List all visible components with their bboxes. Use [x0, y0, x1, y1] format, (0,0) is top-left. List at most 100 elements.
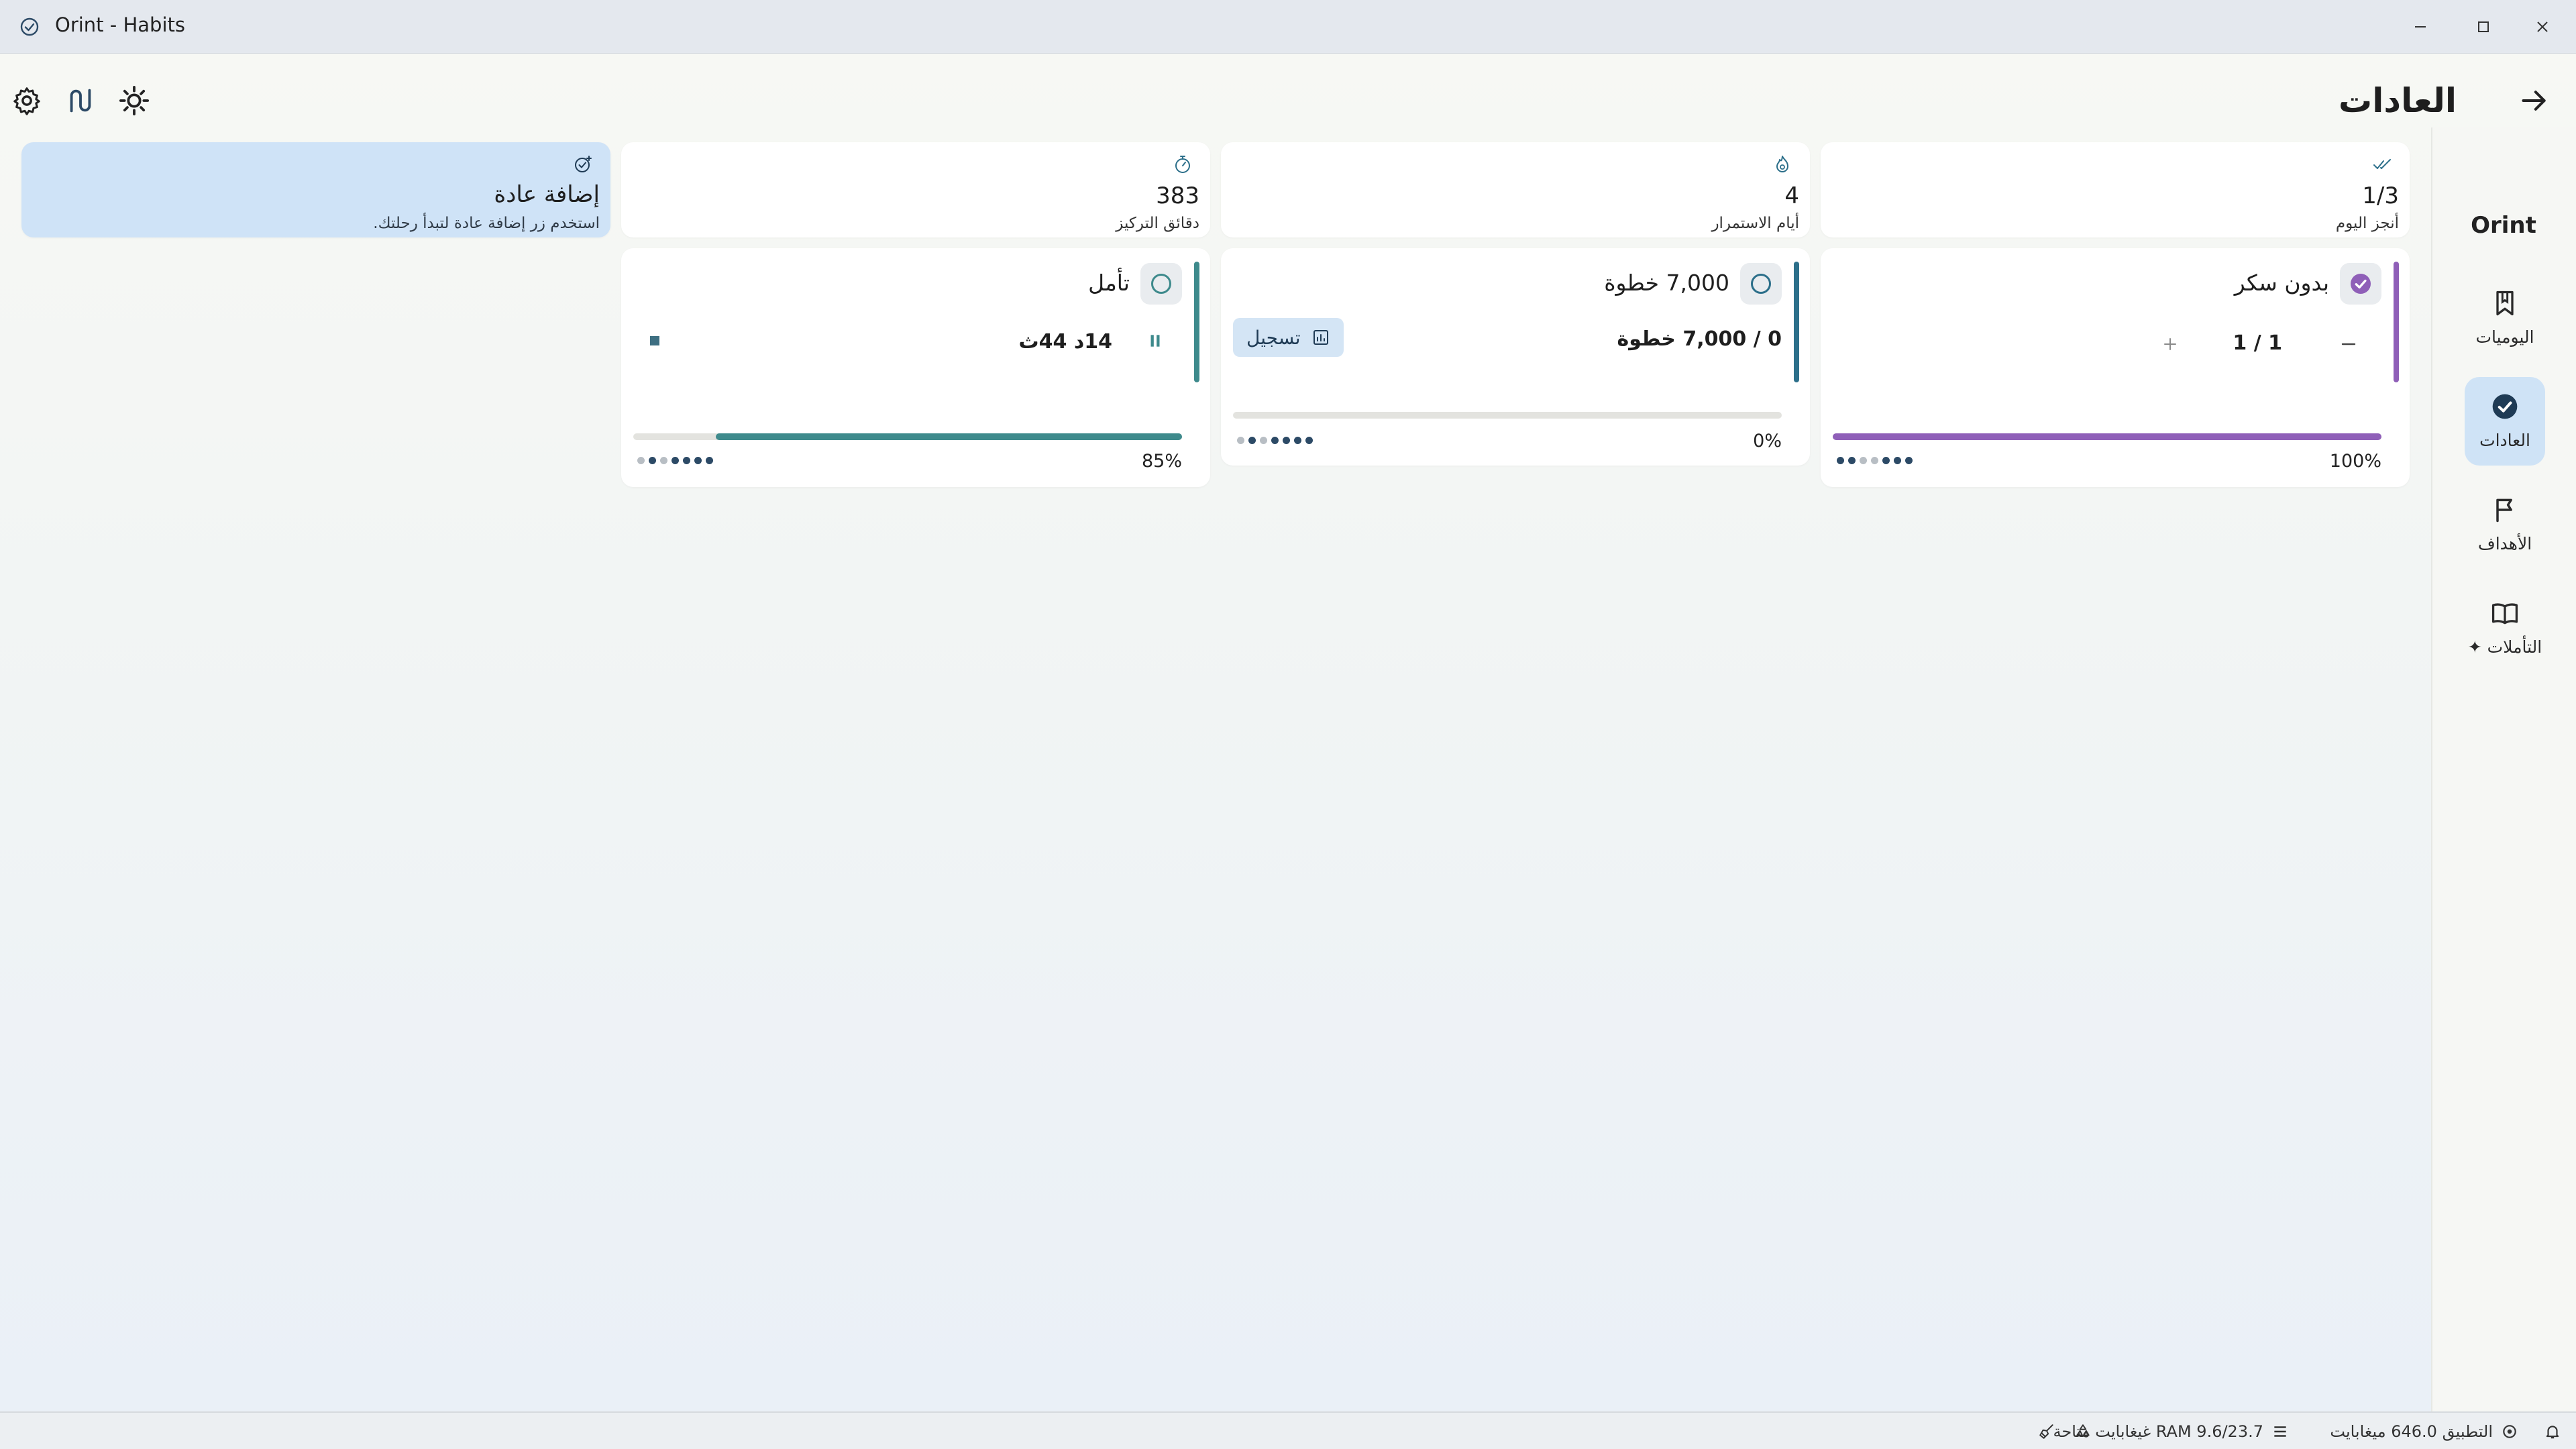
- habit-progress-bar: [1233, 412, 1782, 419]
- log-chart-icon: [1313, 330, 1328, 345]
- sync-button[interactable]: [2074, 1413, 2092, 1449]
- app-memory-indicator: التطبيق 646.0 ميغابايت: [2330, 1413, 2518, 1449]
- habit-color-accent: [1194, 262, 1199, 382]
- double-check-icon: [2373, 159, 2391, 169]
- stop-icon: [650, 336, 659, 345]
- stop-timer-button[interactable]: [640, 326, 669, 356]
- cpu-icon: [2503, 1425, 2516, 1438]
- habit-percent: 0%: [1753, 431, 1782, 451]
- bell-icon: [2546, 1426, 2559, 1439]
- stat-label: أنجز اليوم: [2335, 215, 2399, 232]
- week-day-dot: [683, 456, 690, 464]
- habit-progress-bar: [633, 433, 1182, 440]
- notifications-button[interactable]: [2544, 1413, 2561, 1449]
- habit-complete-toggle[interactable]: [1740, 263, 1782, 305]
- pause-timer-button[interactable]: [1140, 326, 1170, 356]
- week-day-dot: [1294, 436, 1301, 444]
- back-button[interactable]: [2508, 74, 2561, 127]
- nav-label: العادات: [2479, 431, 2530, 450]
- week-day-dot: [1860, 456, 1867, 464]
- habit-progress-fill: [715, 433, 1182, 440]
- status-bar: التطبيق 646.0 ميغابايت RAM 9.6/23.7 غيغا…: [0, 1411, 2576, 1449]
- log-entry-button[interactable]: تسجيل: [1233, 318, 1344, 357]
- week-day-dot: [1260, 436, 1267, 444]
- habit-week-dots: [1237, 435, 1313, 445]
- circle-outline-icon: [1151, 274, 1171, 294]
- habit-progress-bar: [1833, 433, 2381, 440]
- add-habit-subtitle: استخدم زر إضافة عادة لتبدأ رحلتك.: [373, 215, 600, 232]
- broom-button[interactable]: [2038, 1413, 2055, 1449]
- habit-name: 7,000 خطوة: [1604, 270, 1729, 296]
- route-icon: [70, 89, 91, 113]
- stat-card-done-today: 1/3 أنجز اليوم: [1821, 142, 2410, 237]
- nav-item-journal[interactable]: اليوميات: [2465, 274, 2545, 362]
- settings-button[interactable]: [0, 74, 54, 127]
- nav-item-reflections[interactable]: التأملات ✦: [2465, 584, 2545, 672]
- habit-color-accent: [1794, 262, 1799, 382]
- week-day-dot: [706, 456, 713, 464]
- habit-percent: 85%: [1141, 451, 1182, 472]
- week-day-dot: [1237, 436, 1244, 444]
- app-root: العادات Orint اليوميات العادات الأهداف ا…: [0, 54, 2576, 1411]
- habit-complete-toggle[interactable]: [1140, 263, 1182, 305]
- side-navigation: Orint اليوميات العادات الأهداف التأملات …: [2431, 127, 2576, 1411]
- minimize-icon: [2415, 26, 2426, 28]
- stat-value: 1/3: [2362, 182, 2399, 209]
- stat-card-focus-minutes: 383 دقائق التركيز: [621, 142, 1210, 237]
- app-memory-text: التطبيق 646.0 ميغابايت: [2330, 1422, 2493, 1441]
- minus-icon: [2341, 343, 2356, 345]
- stat-card-streak: 4 أيام الاستمرار: [1221, 142, 1810, 237]
- nav-label: اليوميات: [2475, 327, 2534, 347]
- week-day-dot: [1283, 436, 1290, 444]
- habit-week-dots: [1837, 455, 1913, 466]
- week-day-dot: [1271, 436, 1279, 444]
- recycle-icon: [2076, 1424, 2090, 1436]
- week-day-dot: [1905, 456, 1913, 464]
- add-check-icon: [575, 156, 592, 172]
- stopwatch-icon: [1175, 156, 1190, 173]
- habit-name: بدون سكر: [2234, 270, 2329, 296]
- habit-card-meditation: تأمل 14د 44ث 85%: [621, 248, 1210, 487]
- window-titlebar: Orint - Habits: [0, 0, 2576, 54]
- sun-icon: [119, 85, 150, 116]
- decrement-button[interactable]: [2330, 326, 2367, 362]
- bookmark-icon: [2496, 290, 2514, 316]
- habit-card-no-sugar: بدون سكر 1 / 1 100%: [1821, 248, 2410, 487]
- habit-color-accent: [2394, 262, 2399, 382]
- nav-item-goals[interactable]: الأهداف: [2465, 480, 2545, 569]
- nav-item-habits[interactable]: العادات: [2465, 377, 2545, 466]
- habit-week-dots: [637, 455, 713, 466]
- habit-complete-toggle[interactable]: [2340, 263, 2381, 305]
- circle-outline-icon: [1751, 274, 1771, 294]
- route-button[interactable]: [54, 74, 107, 127]
- close-icon: [2537, 21, 2548, 32]
- window-title: Orint - Habits: [55, 13, 185, 36]
- add-habit-card[interactable]: إضافة عادة استخدم زر إضافة عادة لتبدأ رح…: [21, 142, 610, 237]
- week-day-dot: [1882, 456, 1890, 464]
- add-habit-title: إضافة عادة: [494, 181, 600, 208]
- week-day-dot: [1894, 456, 1901, 464]
- pause-icon: [1150, 335, 1160, 347]
- memory-icon: [2274, 1426, 2286, 1437]
- close-button[interactable]: [2502, 0, 2576, 54]
- stat-value: 383: [1156, 182, 1199, 209]
- habit-quantity-value: 0 / 7,000 خطوة: [1617, 327, 1782, 351]
- habit-card-steps: 7,000 خطوة 0 / 7,000 خطوة تسجيل 0%: [1221, 248, 1810, 466]
- nav-label: الأهداف: [2477, 534, 2532, 553]
- app-check-icon: [20, 17, 39, 36]
- habit-timer-value: 14د 44ث: [1018, 330, 1113, 354]
- week-day-dot: [1871, 456, 1878, 464]
- log-entry-label: تسجيل: [1246, 326, 1301, 349]
- increment-button[interactable]: [2152, 326, 2188, 362]
- brand-name: Orint: [2471, 212, 2536, 239]
- habit-progress-fill: [1833, 433, 2381, 440]
- arrow-right-icon: [2522, 91, 2546, 111]
- check-circle-icon: [2492, 394, 2518, 419]
- week-day-dot: [1248, 436, 1256, 444]
- stat-label: أيام الاستمرار: [1711, 215, 1799, 232]
- gear-icon: [13, 87, 40, 115]
- theme-toggle-button[interactable]: [107, 74, 161, 127]
- week-day-dot: [1848, 456, 1856, 464]
- week-day-dot: [649, 456, 656, 464]
- stat-label: دقائق التركيز: [1116, 215, 1199, 232]
